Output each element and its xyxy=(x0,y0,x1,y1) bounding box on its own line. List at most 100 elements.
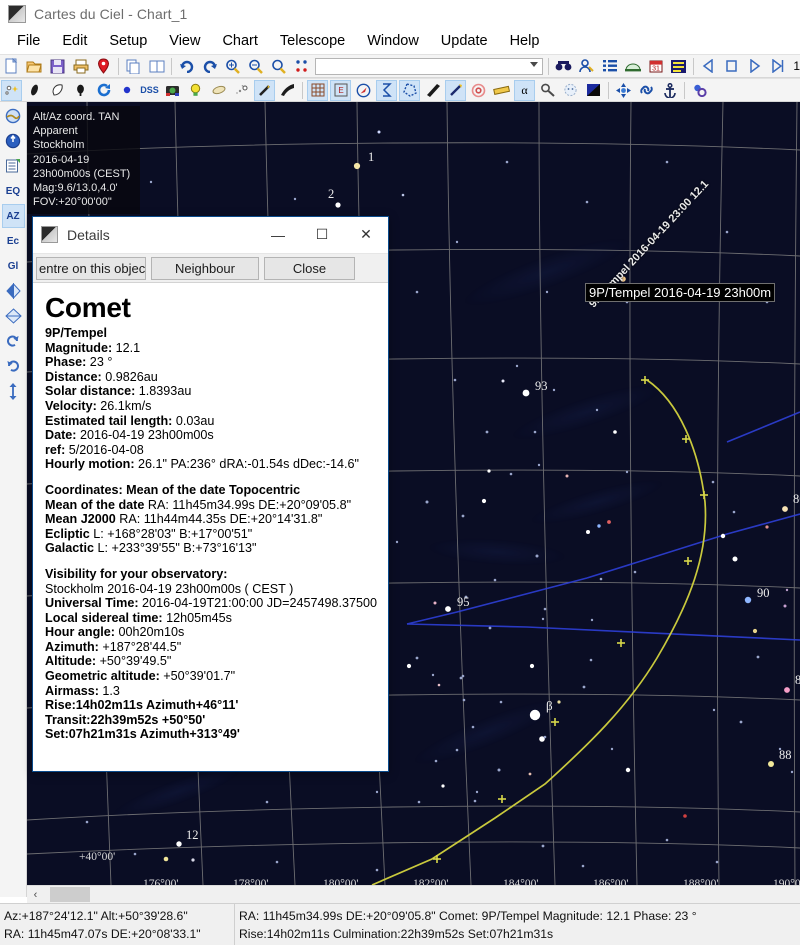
menu-update[interactable]: Update xyxy=(430,30,499,52)
nebula-contour-icon[interactable] xyxy=(277,80,298,101)
object-search-combo[interactable] xyxy=(315,57,544,75)
scrollbar-thumb[interactable] xyxy=(50,887,90,902)
details-dialog[interactable]: Details — ☐ ✕ entre on this objec Neighb… xyxy=(32,216,389,772)
earth-observer-icon[interactable] xyxy=(2,104,25,128)
greek-labels-icon[interactable]: α xyxy=(514,79,535,101)
detail-label: Transit:22h39m52s +50°50' xyxy=(45,712,206,727)
detail-label: Velocity: xyxy=(45,398,97,413)
menu-file[interactable]: File xyxy=(6,30,51,52)
star-label-85: 85 xyxy=(795,673,800,687)
step-back-icon[interactable] xyxy=(698,56,719,77)
menu-view[interactable]: View xyxy=(158,30,211,52)
redo-icon[interactable] xyxy=(199,56,220,77)
pan-icon[interactable] xyxy=(613,80,634,101)
equator-line-icon[interactable]: E xyxy=(330,79,351,101)
stars-icon[interactable] xyxy=(1,79,22,101)
find-object-icon[interactable] xyxy=(553,56,574,77)
zoom-out-icon[interactable] xyxy=(245,56,266,77)
grid-icon[interactable] xyxy=(307,79,328,101)
save-icon[interactable] xyxy=(47,56,68,77)
menu-telescope[interactable]: Telescope xyxy=(269,30,356,52)
magnifier-icon[interactable] xyxy=(537,80,558,101)
svg-text:E: E xyxy=(338,86,343,95)
night-mode-icon[interactable] xyxy=(583,80,604,101)
stop-icon[interactable] xyxy=(721,56,742,77)
undo-icon[interactable] xyxy=(176,56,197,77)
finder-circle-icon[interactable] xyxy=(468,80,489,101)
menu-chart[interactable]: Chart xyxy=(211,30,268,52)
anchor-icon[interactable] xyxy=(659,80,680,101)
dss-image-icon[interactable]: DSS xyxy=(139,80,160,101)
step-forward-icon[interactable] xyxy=(744,56,765,77)
neighbour-button[interactable]: Neighbour xyxy=(151,256,259,280)
split-view-icon[interactable] xyxy=(146,56,167,77)
altaz-coords-icon[interactable]: AZ xyxy=(1,204,25,228)
nebula-icon[interactable] xyxy=(24,80,45,101)
star-label-93: 93 xyxy=(535,379,548,393)
globe-north-icon[interactable] xyxy=(2,129,25,153)
chart-horizontal-scrollbar[interactable]: ‹ xyxy=(27,885,800,903)
light-pollution-icon[interactable] xyxy=(185,80,206,101)
galaxy-outline-icon[interactable] xyxy=(47,80,68,101)
ecliptic-coords-icon[interactable]: Ec xyxy=(2,229,25,253)
toolbar-separator xyxy=(548,57,550,75)
constellation-boundary-icon[interactable] xyxy=(399,79,420,101)
minimize-icon[interactable]: — xyxy=(256,219,300,251)
equatorial-coords-icon[interactable]: EQ xyxy=(2,179,25,203)
zoom-vertical-icon[interactable] xyxy=(2,379,25,403)
planet-icon[interactable] xyxy=(116,80,137,101)
status-object-line2: Rise:14h02m11s Culmination:22h39m52s Set… xyxy=(239,927,554,941)
status-object-line1: RA: 11h45m34.99s DE:+20°09'05.8" Comet: … xyxy=(239,909,697,923)
menu-edit[interactable]: Edit xyxy=(51,30,98,52)
menu-window[interactable]: Window xyxy=(356,30,430,52)
ephemeris-icon[interactable] xyxy=(668,56,689,77)
galactic-coords-icon[interactable]: Gl xyxy=(2,254,25,278)
copy-icon[interactable] xyxy=(123,56,144,77)
center-on-object-button[interactable]: entre on this objec xyxy=(36,256,146,280)
sky-background-icon[interactable] xyxy=(560,80,581,101)
open-file-icon[interactable] xyxy=(24,56,45,77)
observer-icon[interactable] xyxy=(576,56,597,77)
zoom-reset-icon[interactable] xyxy=(268,56,289,77)
ecliptic-band-icon[interactable] xyxy=(422,80,443,101)
link-chart-icon[interactable] xyxy=(636,80,657,101)
comet-icon[interactable] xyxy=(231,80,252,101)
measure-ruler-icon[interactable] xyxy=(491,80,512,101)
zoom-in-icon[interactable] xyxy=(222,56,243,77)
toolbar-separator xyxy=(302,81,303,99)
menu-help[interactable]: Help xyxy=(499,30,551,52)
close-button[interactable]: Close xyxy=(264,256,355,280)
chart-settings-icon[interactable] xyxy=(2,154,25,178)
detail-label: Solar distance: xyxy=(45,384,136,399)
flip-vertical-icon[interactable] xyxy=(2,304,25,328)
variable-star-icon[interactable] xyxy=(93,80,114,101)
scroll-left-icon[interactable]: ‹ xyxy=(27,886,44,903)
telrad-icon[interactable] xyxy=(445,79,466,101)
rotate-right-icon[interactable] xyxy=(2,329,25,353)
print-icon[interactable] xyxy=(70,56,91,77)
chevron-down-icon[interactable] xyxy=(530,61,539,67)
detail-value: 00h20m10s xyxy=(114,625,185,640)
object-list-icon[interactable] xyxy=(599,56,620,77)
constellation-figure-icon[interactable] xyxy=(376,79,397,101)
compass-icon[interactable] xyxy=(353,80,374,101)
flip-horizontal-icon[interactable] xyxy=(2,279,25,303)
telescope-connect-icon[interactable] xyxy=(689,80,710,101)
detail-row: Airmass: 1.3 xyxy=(45,684,376,699)
new-chart-icon[interactable] xyxy=(1,56,22,77)
menu-setup[interactable]: Setup xyxy=(98,30,158,52)
main-toolbar: 31 1 xyxy=(0,54,800,78)
dark-nebula-icon[interactable] xyxy=(70,80,91,101)
calendar-icon[interactable]: 31 xyxy=(645,56,666,77)
asteroid-icon[interactable] xyxy=(208,80,229,101)
milky-way-icon[interactable] xyxy=(254,79,275,101)
details-dialog-titlebar[interactable]: Details — ☐ ✕ xyxy=(33,217,388,253)
fast-forward-icon[interactable] xyxy=(767,56,788,77)
field-size-icon[interactable] xyxy=(291,56,312,77)
set-location-icon[interactable] xyxy=(93,56,114,77)
horizon-icon[interactable] xyxy=(622,56,643,77)
maximize-icon[interactable]: ☐ xyxy=(300,219,344,251)
photo-overlay-icon[interactable] xyxy=(162,80,183,101)
rotate-left-icon[interactable] xyxy=(2,354,25,378)
close-icon[interactable]: ✕ xyxy=(344,219,388,251)
